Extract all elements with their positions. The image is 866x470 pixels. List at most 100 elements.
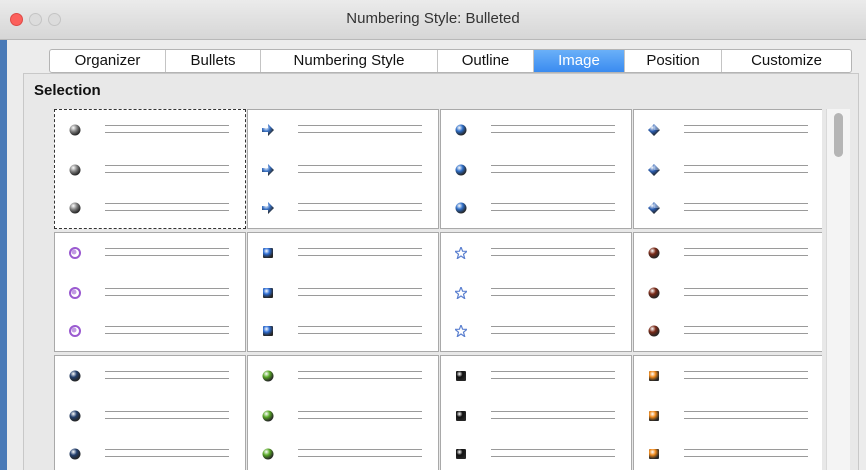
vertical-scrollbar[interactable] [826,109,850,470]
preview-text-line [105,203,229,211]
navy-sphere-bullet-icon [69,410,81,422]
bullet-preview-row [248,162,438,178]
bullet-style-option[interactable] [633,109,822,229]
bullet-style-option[interactable] [440,232,632,352]
bullet-preview-row [634,122,822,138]
purple-orb-bullet-icon [69,325,81,337]
preview-text-line [298,165,422,173]
bullet-preview-row [441,285,631,301]
preview-text-line [105,165,229,173]
preview-text-line [105,411,229,419]
tab-position[interactable]: Position [625,50,722,72]
bullet-preview-row [441,245,631,261]
bullet-preview-row [55,446,245,462]
bullet-preview-row [248,285,438,301]
blue-arrow-bullet-icon [262,124,274,136]
preview-text-line [105,326,229,334]
bullet-preview-row [248,446,438,462]
preview-text-line [298,125,422,133]
preview-text-line [491,248,615,256]
scrollbar-thumb[interactable] [834,113,843,157]
bullet-preview-row [248,122,438,138]
title-bar: Numbering Style: Bulleted [0,0,866,40]
bullet-style-option[interactable] [440,355,632,470]
orange-square-bullet-icon [648,410,660,422]
gray-sphere-bullet-icon [69,202,81,214]
blue-diamond-arrow-bullet-icon [648,202,660,214]
bullet-preview-row [441,408,631,424]
blue-star-bullet-icon [455,325,467,337]
bullet-preview-row [55,122,245,138]
preview-text-line [298,288,422,296]
blue-sphere-bullet-icon [455,202,467,214]
bullet-style-option[interactable] [247,109,439,229]
black-square-bullet-icon [455,448,467,460]
blue-square-bullet-icon [262,287,274,299]
bullet-preview-row [55,162,245,178]
preview-text-line [105,248,229,256]
preview-text-line [684,203,808,211]
bullet-style-option[interactable] [54,109,246,229]
preview-text-line [684,165,808,173]
dark-red-sphere-bullet-icon [648,247,660,259]
tab-outline[interactable]: Outline [438,50,534,72]
bullet-preview-row [248,323,438,339]
blue-sphere-bullet-icon [455,124,467,136]
green-sphere-bullet-icon [262,448,274,460]
blue-diamond-arrow-bullet-icon [648,124,660,136]
preview-text-line [684,371,808,379]
bullet-preview-row [634,162,822,178]
navy-sphere-bullet-icon [69,448,81,460]
orange-square-bullet-icon [648,448,660,460]
preview-text-line [684,125,808,133]
bullet-preview-row [634,368,822,384]
blue-star-bullet-icon [455,247,467,259]
bullet-style-option[interactable] [247,355,439,470]
bullet-preview-row [55,408,245,424]
bullet-preview-row [441,200,631,216]
bullet-preview-row [55,285,245,301]
bullet-preview-row [248,408,438,424]
blue-sphere-bullet-icon [455,164,467,176]
bullet-style-option[interactable] [247,232,439,352]
preview-text-line [298,371,422,379]
blue-square-bullet-icon [262,247,274,259]
blue-arrow-bullet-icon [262,202,274,214]
gray-sphere-bullet-icon [69,124,81,136]
tab-bar: Organizer Bullets Numbering Style Outlin… [49,49,852,73]
tab-numbering-style[interactable]: Numbering Style [261,50,438,72]
purple-orb-bullet-icon [69,247,81,259]
bullet-preview-row [441,162,631,178]
tab-customize[interactable]: Customize [722,50,851,72]
preview-text-line [105,288,229,296]
bullet-preview-row [55,200,245,216]
tab-bullets[interactable]: Bullets [166,50,261,72]
tab-image[interactable]: Image [534,50,625,72]
preview-text-line [298,411,422,419]
preview-text-line [684,248,808,256]
purple-orb-bullet-icon [69,287,81,299]
preview-text-line [491,203,615,211]
background-window-edge [0,40,7,470]
window-title: Numbering Style: Bulleted [346,10,520,27]
bullet-preview-row [441,446,631,462]
green-sphere-bullet-icon [262,370,274,382]
tab-organizer[interactable]: Organizer [50,50,166,72]
bullet-style-option[interactable] [54,232,246,352]
preview-text-line [105,449,229,457]
gray-sphere-bullet-icon [69,164,81,176]
preview-text-line [491,411,615,419]
selection-heading: Selection [34,82,101,99]
bullet-style-option[interactable] [440,109,632,229]
bullet-preview-row [634,408,822,424]
bullet-style-option[interactable] [54,355,246,470]
blue-star-bullet-icon [455,287,467,299]
bullet-style-option[interactable] [633,232,822,352]
orange-square-bullet-icon [648,370,660,382]
navy-sphere-bullet-icon [69,370,81,382]
bullet-preview-row [55,368,245,384]
bullet-preview-row [634,446,822,462]
preview-text-line [491,165,615,173]
bullet-preview-row [441,368,631,384]
bullet-style-option[interactable] [633,355,822,470]
